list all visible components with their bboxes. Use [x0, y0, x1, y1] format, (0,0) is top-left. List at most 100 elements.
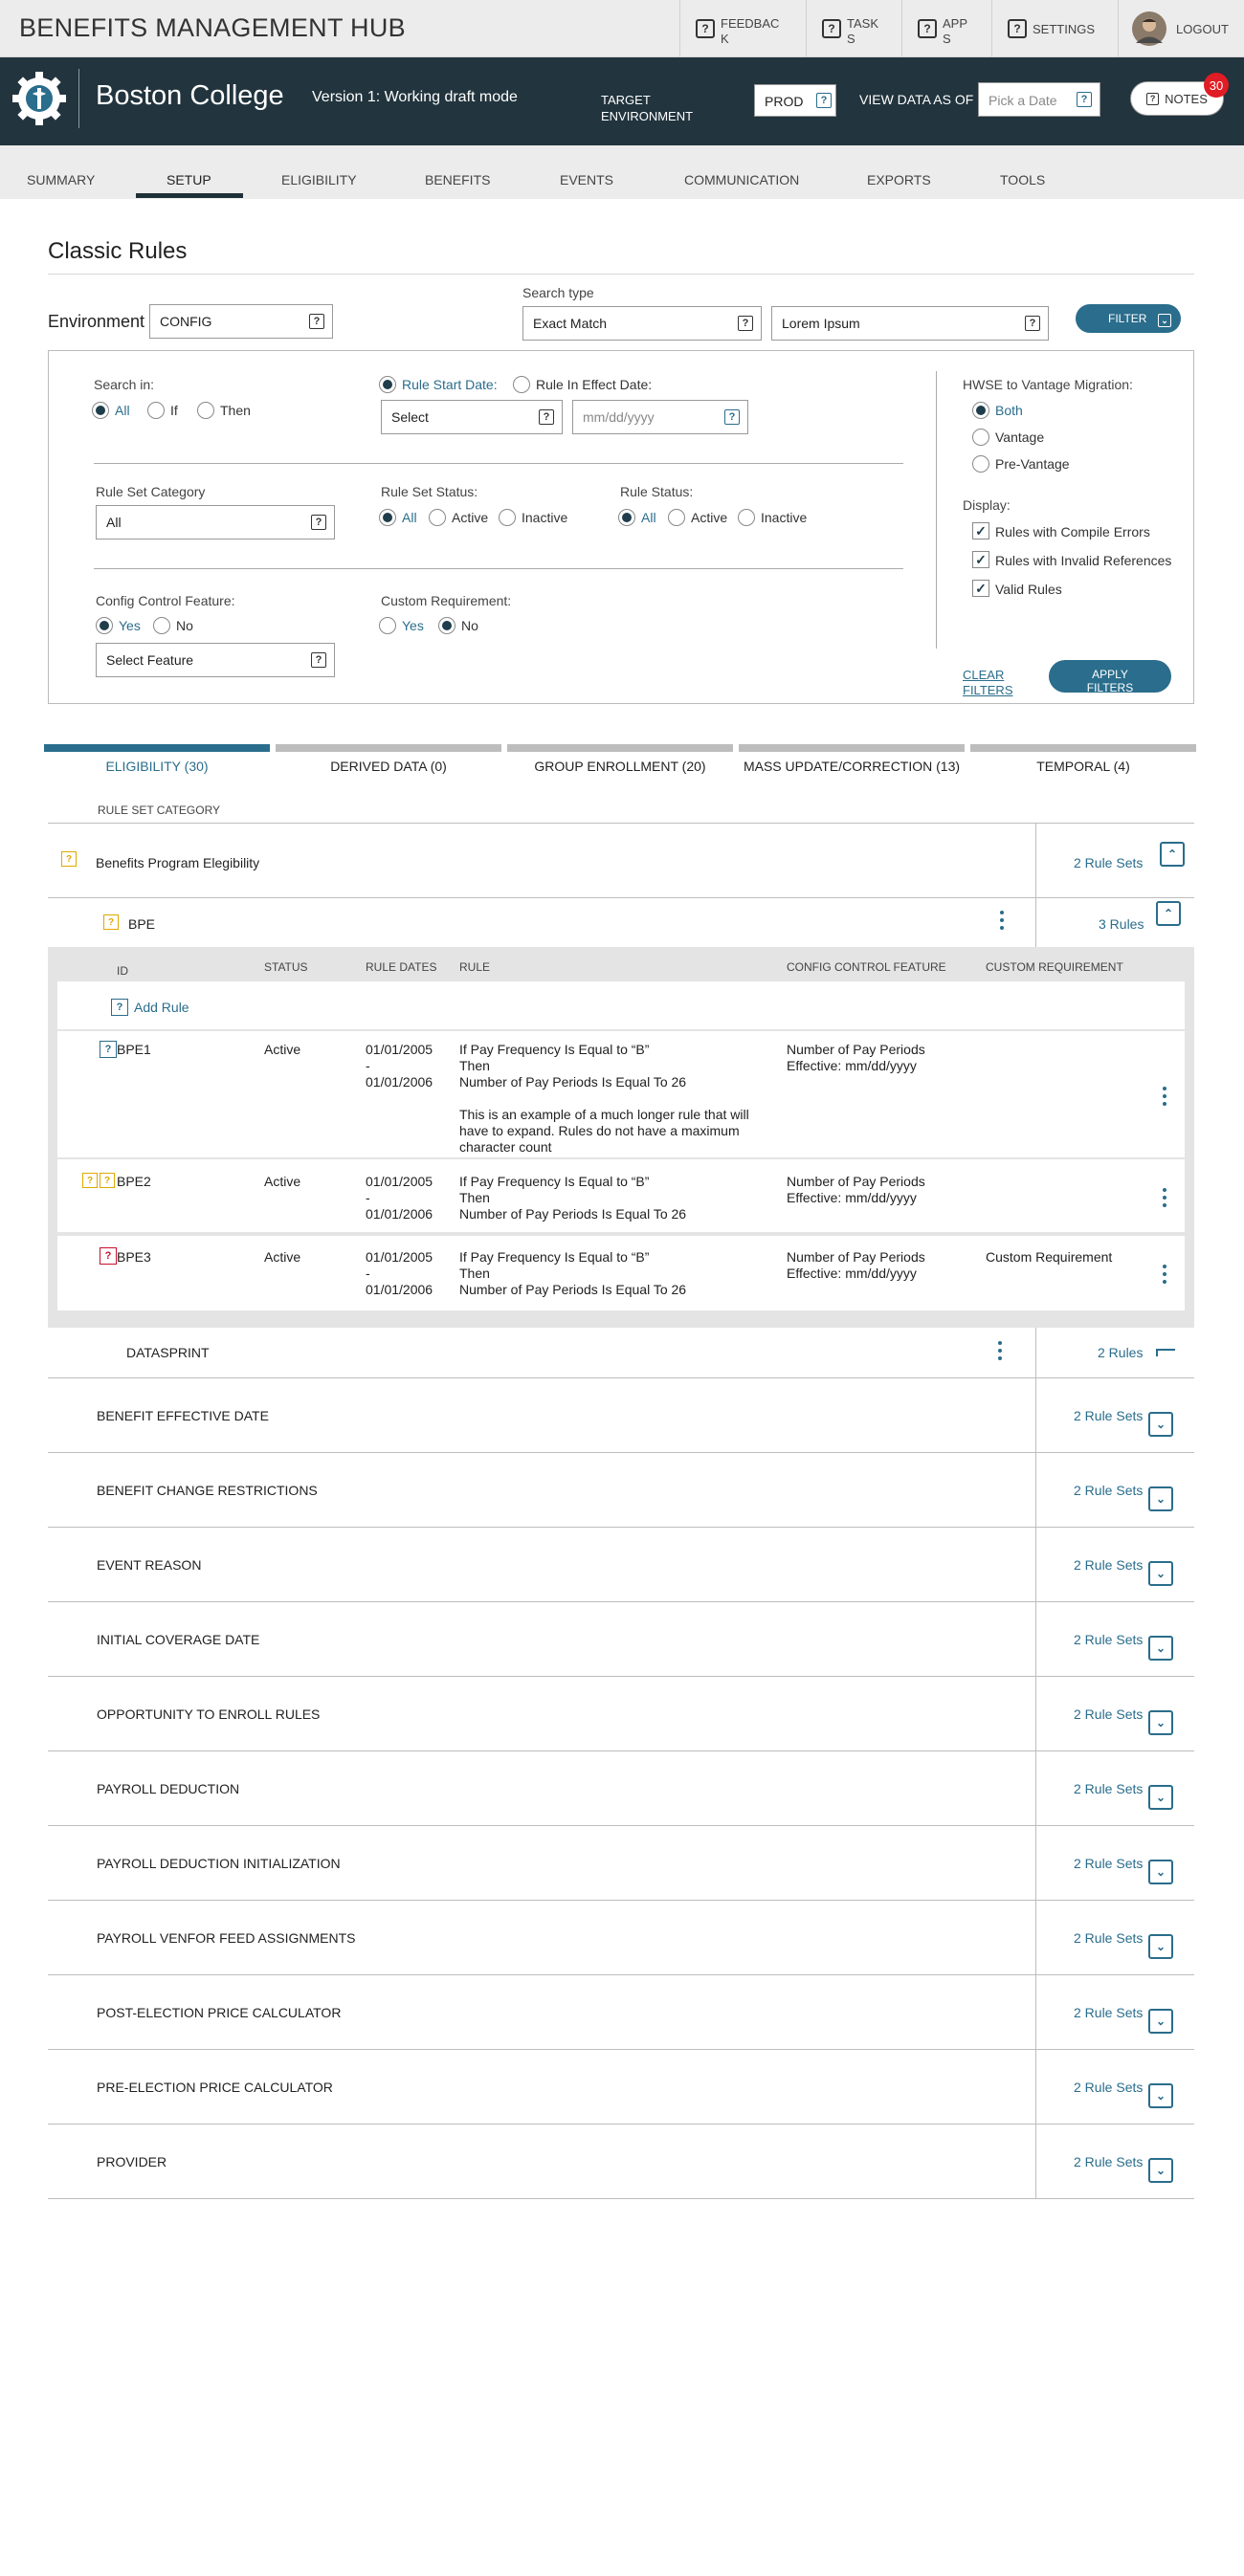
filter-label: FILTER [1108, 312, 1147, 325]
col-rule: RULE [459, 960, 491, 974]
client-name: Boston College [96, 80, 284, 111]
custom-req-no-radio[interactable] [438, 617, 455, 634]
tasks-button[interactable]: ? TASK S [806, 0, 901, 57]
warning-icon: ? [82, 1173, 98, 1188]
expand-icon[interactable]: ⌄ [1148, 1486, 1173, 1511]
rule-set-status-inactive-radio[interactable] [499, 509, 516, 526]
tab-mass-update[interactable]: MASS UPDATE/CORRECTION (13) [739, 759, 965, 774]
rule-config: Number of Pay Periods Effective: mm/dd/yy… [787, 1042, 925, 1074]
kebab-icon[interactable] [998, 1341, 1002, 1364]
date-placeholder: Pick a Date [989, 93, 1057, 108]
category-name: INITIAL COVERAGE DATE [97, 1632, 260, 1647]
search-type-value: Exact Match [533, 316, 608, 331]
row-divider [48, 2049, 1194, 2050]
filter-button[interactable]: FILTER ⌄ [1076, 304, 1181, 333]
search-in-if-radio[interactable] [147, 402, 165, 419]
config-control-no-radio[interactable] [153, 617, 170, 634]
feedback-button[interactable]: ? FEEDBAC K [679, 0, 806, 57]
tab-summary[interactable]: SUMMARY [27, 172, 95, 187]
rule-set-category-select[interactable]: All ? [96, 505, 335, 539]
hwse-both-radio[interactable] [972, 402, 989, 419]
expand-icon[interactable]: ⌄ [1148, 2009, 1173, 2034]
apps-button[interactable]: ? APP S [901, 0, 991, 57]
view-date-input[interactable]: Pick a Date ? [978, 82, 1100, 117]
title-divider [48, 274, 1194, 275]
rule-status-label: Rule Status: [620, 484, 694, 499]
expand-icon[interactable]: ⌄ [1148, 2158, 1173, 2183]
invalid-references-checkbox[interactable]: ✓ [972, 551, 989, 568]
target-environment-select[interactable]: PROD ? [754, 84, 836, 117]
rule-status-inactive-radio[interactable] [738, 509, 755, 526]
tab-setup[interactable]: SETUP [167, 172, 211, 187]
rule-text: If Pay Frequency Is Equal to “B” Then Nu… [459, 1174, 686, 1222]
tab-derived-data[interactable]: DERIVED DATA (0) [276, 759, 501, 774]
kebab-icon[interactable] [1000, 911, 1004, 934]
expand-icon[interactable]: ⌄ [1148, 1785, 1173, 1810]
expand-icon[interactable]: ⌄ [1148, 1934, 1173, 1959]
environment-select[interactable]: CONFIG ? [149, 304, 333, 339]
page-title: Classic Rules [48, 238, 188, 264]
count-divider [1035, 1328, 1036, 1379]
valid-rules-label: Valid Rules [995, 582, 1062, 597]
rule-start-date-radio[interactable] [379, 376, 396, 393]
count-divider [1035, 1974, 1036, 2049]
apply-filters-button[interactable]: APPLY FILTERS [1049, 660, 1171, 693]
logout-label: LOGOUT [1176, 21, 1229, 36]
expand-icon[interactable]: ⌄ [1148, 1710, 1173, 1735]
expand-icon[interactable]: ⌄ [1148, 2083, 1173, 2108]
row-divider [48, 1527, 1194, 1528]
search-in-then-radio[interactable] [197, 402, 214, 419]
rule-set-status-active-radio[interactable] [429, 509, 446, 526]
settings-button[interactable]: ? SETTINGS [991, 0, 1118, 57]
rule-status-active-radio[interactable] [668, 509, 685, 526]
tab-temporal[interactable]: TEMPORAL (4) [970, 759, 1196, 774]
rule-status-all-radio[interactable] [618, 509, 635, 526]
expand-icon[interactable]: ⌄ [1148, 1636, 1173, 1661]
kebab-icon[interactable] [1163, 1087, 1166, 1110]
config-feature-select[interactable]: Select Feature ? [96, 643, 335, 677]
valid-rules-checkbox[interactable]: ✓ [972, 580, 989, 597]
add-rule-link[interactable]: Add Rule [134, 1000, 189, 1016]
rule-date-placeholder: mm/dd/yyyy [583, 409, 655, 425]
expand-icon[interactable]: ⌄ [1148, 1412, 1173, 1437]
version-label: Version 1: Working draft mode [312, 89, 518, 105]
date-type-select[interactable]: Select ? [381, 400, 563, 434]
logout-button[interactable]: LOGOUT [1118, 0, 1244, 57]
tab-tools[interactable]: TOOLS [1000, 172, 1045, 187]
tab-events[interactable]: EVENTS [560, 172, 613, 187]
expand-icon[interactable]: ⌄ [1148, 1860, 1173, 1884]
kebab-icon[interactable] [1163, 1265, 1166, 1288]
tab-group-enrollment[interactable]: GROUP ENROLLMENT (20) [507, 759, 733, 774]
hwse-vantage-radio[interactable] [972, 429, 989, 446]
custom-req-yes-radio[interactable] [379, 617, 396, 634]
rule-date-input[interactable]: mm/dd/yyyy ? [572, 400, 748, 434]
feedback-label-1: FEEDBAC [721, 16, 780, 31]
collapse-icon[interactable]: ⌃ [1160, 842, 1185, 867]
search-in-all-radio[interactable] [92, 402, 109, 419]
add-rule-icon[interactable]: ? [111, 999, 128, 1016]
hwse-prevantage-radio[interactable] [972, 455, 989, 473]
search-input[interactable]: Lorem Ipsum ? [771, 306, 1049, 341]
config-control-yes-radio[interactable] [96, 617, 113, 634]
rule-set-status-all-radio[interactable] [379, 509, 396, 526]
expand-icon[interactable]: ⌄ [1148, 1561, 1173, 1586]
rule-in-effect-date-radio[interactable] [513, 376, 530, 393]
rule-set-category-value: All [106, 515, 122, 530]
display-label: Display: [963, 497, 1011, 513]
hwse-vantage-label: Vantage [995, 429, 1045, 445]
compile-errors-checkbox[interactable]: ✓ [972, 522, 989, 539]
tab-eligibility-results[interactable]: ELIGIBILITY (30) [44, 759, 270, 774]
collapse-icon[interactable] [1156, 1349, 1175, 1356]
tab-eligibility[interactable]: ELIGIBILITY [281, 172, 357, 187]
tab-benefits[interactable]: BENEFITS [425, 172, 490, 187]
kebab-icon[interactable] [1163, 1188, 1166, 1211]
clear-filters-link[interactable]: CLEAR FILTERS [963, 668, 1013, 698]
count-divider [1035, 1900, 1036, 1974]
search-type-select[interactable]: Exact Match ? [522, 306, 762, 341]
row-divider [48, 2198, 1194, 2199]
clear-line-1: CLEAR [963, 668, 1005, 682]
count-divider [1035, 1527, 1036, 1601]
tab-communication[interactable]: COMMUNICATION [684, 172, 799, 187]
collapse-icon[interactable]: ⌃ [1156, 901, 1181, 926]
tab-exports[interactable]: EXPORTS [867, 172, 931, 187]
